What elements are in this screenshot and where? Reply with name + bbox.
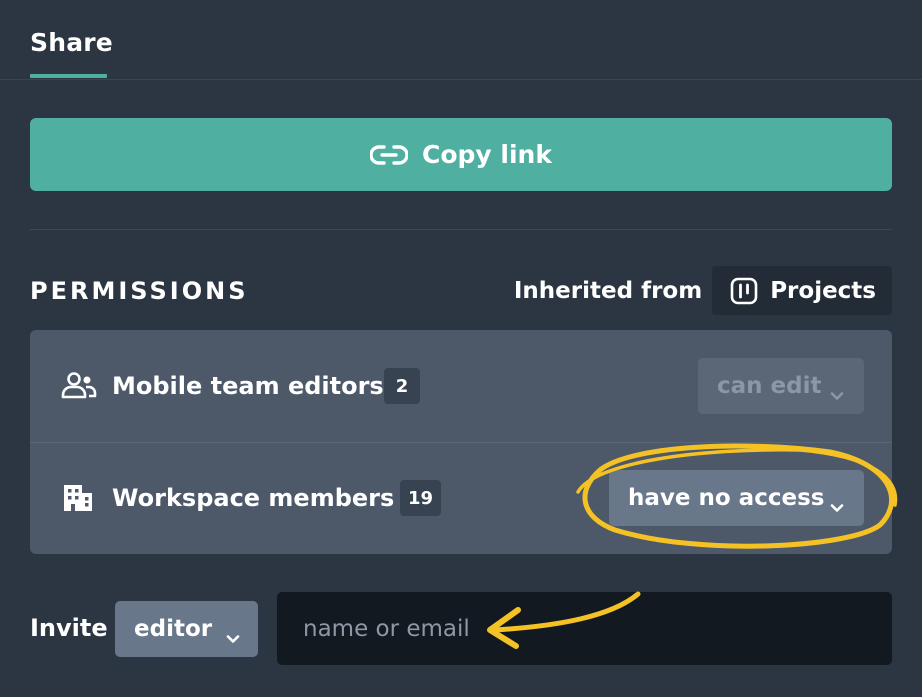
inherited-source-chip[interactable]: Projects bbox=[712, 266, 892, 315]
copy-link-button[interactable]: Copy link bbox=[30, 118, 892, 191]
permission-row-mobile-team: Mobile team editors 2 can edit bbox=[30, 330, 892, 443]
invite-label: Invite bbox=[30, 614, 108, 642]
inherited-from: Inherited from Projects bbox=[514, 266, 892, 315]
permissions-list: Mobile team editors 2 can edit Workspace… bbox=[30, 330, 892, 554]
member-count-badge: 19 bbox=[400, 480, 442, 516]
invite-role-dropdown[interactable]: editor bbox=[115, 601, 258, 657]
inherited-from-label: Inherited from bbox=[513, 277, 703, 304]
permission-row-label: Mobile team editors bbox=[112, 372, 384, 400]
inherited-source-name: Projects bbox=[770, 277, 876, 304]
link-icon bbox=[370, 143, 408, 167]
permission-row-workspace: Workspace members 19 have no access bbox=[30, 442, 892, 554]
invite-role-value: editor bbox=[134, 616, 213, 642]
permissions-heading: PERMISSIONS bbox=[30, 277, 249, 305]
copy-link-label: Copy link bbox=[422, 140, 552, 169]
building-icon bbox=[61, 482, 97, 514]
chevron-down-icon bbox=[830, 381, 844, 400]
access-level-value: can edit bbox=[717, 373, 822, 399]
project-icon bbox=[730, 277, 758, 305]
tab-bar: Share bbox=[0, 0, 922, 80]
active-tab-indicator bbox=[30, 74, 107, 78]
access-level-dropdown[interactable]: can edit bbox=[698, 358, 864, 414]
chevron-down-icon bbox=[830, 493, 844, 512]
tab-share[interactable]: Share bbox=[30, 28, 113, 57]
access-level-value: have no access bbox=[628, 485, 825, 511]
permission-row-label: Workspace members bbox=[112, 484, 395, 512]
access-level-dropdown[interactable]: have no access bbox=[609, 470, 864, 526]
invite-email-input[interactable] bbox=[277, 592, 892, 665]
divider bbox=[30, 229, 892, 230]
people-icon bbox=[61, 370, 97, 402]
chevron-down-icon bbox=[226, 624, 240, 643]
member-count-badge: 2 bbox=[384, 368, 420, 404]
